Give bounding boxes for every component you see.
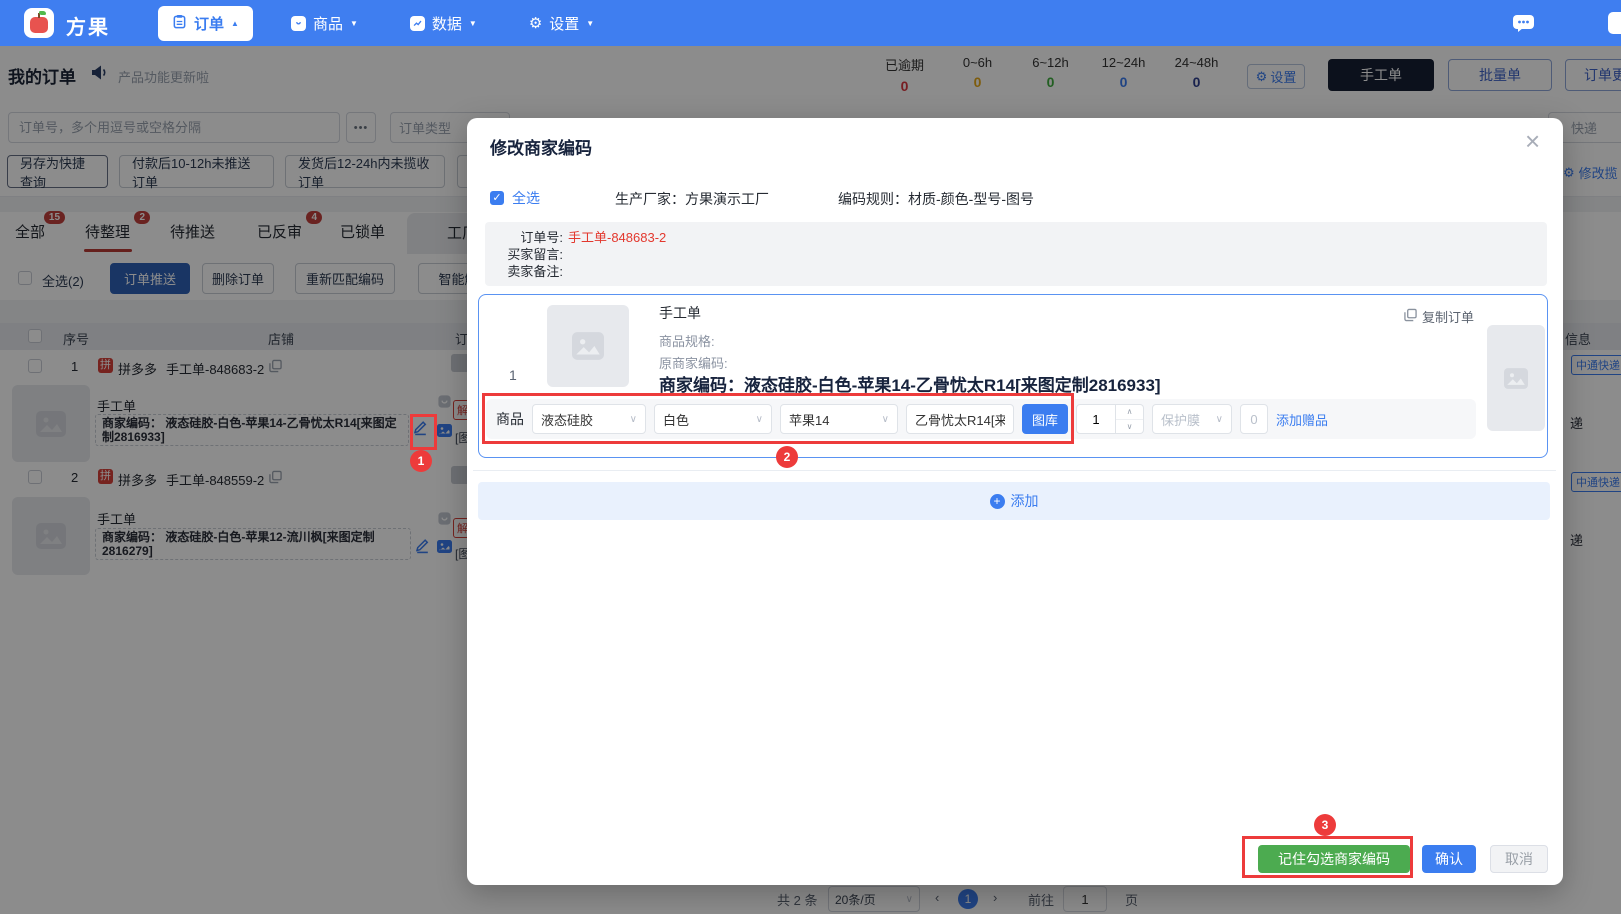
cancel-button[interactable]: 取消 (1490, 845, 1548, 873)
annotation-step2: 2 (776, 446, 798, 468)
chart-icon (410, 16, 425, 31)
item-orig-code-label: 原商家编码: (659, 353, 728, 372)
annotation-step1: 1 (410, 450, 432, 472)
top-nav-bar: 方果 订单 ▲ 商品 ▼ 数据 ▼ ⚙ 设置 ▼ (0, 0, 1621, 46)
quantity-input[interactable] (1076, 404, 1116, 434)
annotation-box-step3 (1242, 836, 1413, 878)
partial-toolbar-icon[interactable] (1608, 12, 1621, 34)
nav-tab-data[interactable]: 数据 ▼ (396, 6, 491, 41)
close-icon[interactable]: × (1525, 126, 1540, 157)
nav-tab-label: 商品 (313, 13, 343, 34)
app-logo[interactable] (24, 8, 54, 38)
item-type: 手工单 (659, 303, 701, 323)
quantity-down-button[interactable]: ∨ (1116, 420, 1143, 434)
modal-select-all[interactable]: ✓ 全选 (490, 188, 540, 208)
caret-down-icon: ▼ (350, 19, 358, 28)
annotation-box-step2 (482, 393, 1074, 444)
item-image-placeholder[interactable] (547, 305, 629, 387)
chat-bubble-icon[interactable] (1512, 13, 1535, 36)
edit-merchant-code-modal: 修改商家编码 × ✓ 全选 生产厂家：方果演示工厂 编码规则：材质-颜色-型号-… (467, 118, 1563, 885)
gear-icon: ⚙ (529, 16, 542, 31)
clipboard-icon (172, 14, 187, 33)
order-no-value: 手工单-848683-2 (568, 229, 666, 246)
modal-title: 修改商家编码 (490, 134, 592, 159)
copy-icon (1404, 308, 1417, 325)
quantity-up-button[interactable]: ∧ (1116, 405, 1143, 420)
nav-tab-settings[interactable]: ⚙ 设置 ▼ (515, 6, 608, 41)
copy-order-link[interactable]: 复制订单 (1404, 307, 1474, 326)
nav-tab-label: 订单 (194, 13, 224, 34)
nav-tab-orders[interactable]: 订单 ▲ (158, 6, 253, 41)
caret-down-icon: ∨ (1216, 414, 1223, 425)
nav-tab-label: 数据 (432, 13, 462, 34)
item-number: 1 (509, 367, 517, 383)
buyer-message-label: 买家留言: (499, 246, 563, 263)
stepper-buttons: ∧ ∨ (1116, 404, 1144, 434)
add-gift-link[interactable]: 添加赠品 (1276, 410, 1328, 429)
add-item-button[interactable]: + 添加 (478, 482, 1550, 520)
quantity-stepper: ∧ ∨ (1076, 404, 1144, 434)
protective-film-select[interactable]: 保护膜∨ (1152, 404, 1232, 434)
bag-icon (291, 16, 306, 31)
plus-circle-icon: + (990, 494, 1005, 509)
factory-info: 生产厂家：方果演示工厂 (615, 189, 769, 209)
annotation-box-step1 (410, 414, 437, 450)
nav-tab-products[interactable]: 商品 ▼ (277, 6, 372, 41)
item-side-image-placeholder[interactable] (1487, 325, 1545, 431)
checkbox-checked-icon[interactable]: ✓ (490, 191, 504, 205)
caret-down-icon: ▼ (586, 19, 594, 28)
caret-up-icon: ▲ (231, 19, 239, 28)
app-screen: 方果 订单 ▲ 商品 ▼ 数据 ▼ ⚙ 设置 ▼ (0, 0, 1621, 914)
annotation-step3: 3 (1314, 814, 1336, 836)
apple-logo-icon (30, 17, 48, 33)
confirm-button[interactable]: 确认 (1422, 845, 1476, 873)
brand-name: 方果 (66, 11, 110, 40)
order-no-label: 订单号: (499, 229, 563, 246)
film-qty-input (1240, 404, 1268, 434)
caret-down-icon: ▼ (469, 19, 477, 28)
item-spec-label: 商品规格: (659, 331, 715, 350)
seller-note-label: 卖家备注: (499, 263, 563, 280)
modal-meta-row: ✓ 全选 生产厂家：方果演示工厂 编码规则：材质-颜色-型号-图号 (467, 188, 1563, 208)
code-rule-info: 编码规则：材质-颜色-型号-图号 (838, 189, 1034, 209)
top-nav-tabs: 订单 ▲ 商品 ▼ 数据 ▼ ⚙ 设置 ▼ (158, 5, 608, 41)
nav-tab-label: 设置 (549, 13, 579, 34)
section-divider (473, 470, 1556, 471)
order-info-box: 订单号: 手工单-848683-2 买家留言: 卖家备注: (485, 222, 1547, 286)
